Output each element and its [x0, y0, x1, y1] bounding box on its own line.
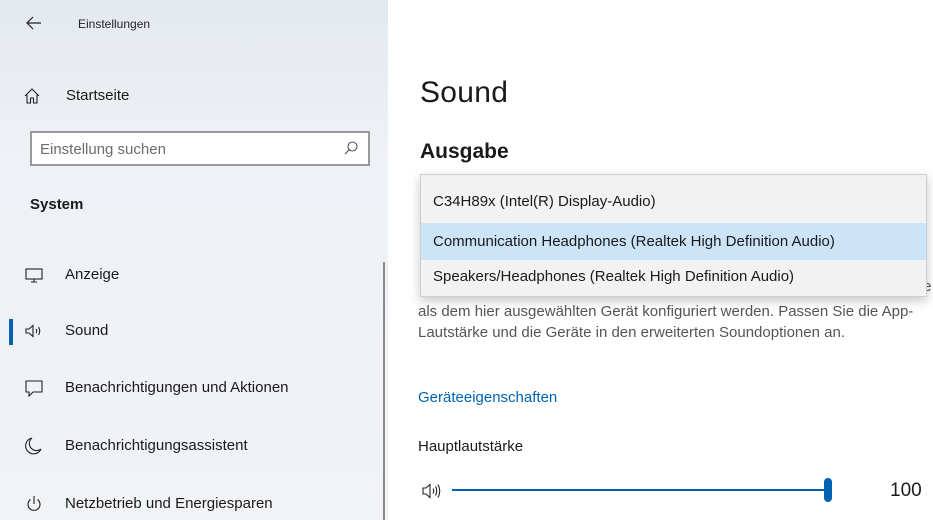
sidebar-item-label: Benachrichtigungen und Aktionen	[65, 379, 289, 396]
speaker-icon	[24, 321, 44, 341]
sidebar-item-focus-assist[interactable]: Benachrichtigungsassistent	[0, 426, 380, 466]
search-input[interactable]	[40, 139, 330, 159]
back-button[interactable]	[22, 12, 46, 34]
description-text: als dem hier ausgewählten Gerät konfigur…	[418, 303, 914, 341]
slider-thumb[interactable]	[824, 478, 832, 502]
home-icon	[22, 86, 42, 106]
notification-icon	[24, 378, 44, 398]
section-title: System	[30, 196, 84, 213]
output-device-dropdown[interactable]: C34H89x (Intel(R) Display-Audio) Communi…	[420, 174, 927, 297]
page-title: Sound	[420, 76, 509, 109]
dropdown-option[interactable]: Communication Headphones (Realtek High D…	[421, 223, 926, 260]
sidebar-scrollbar[interactable]	[383, 262, 385, 520]
power-icon	[24, 494, 44, 514]
volume-label: Hauptlautstärke	[418, 438, 524, 455]
volume-slider[interactable]	[452, 477, 832, 503]
title-bar: Einstellungen	[0, 0, 388, 46]
sidebar-item-sound[interactable]: Sound	[0, 311, 380, 351]
sidebar-item-label: Benachrichtigungsassistent	[65, 437, 248, 454]
arrow-left-icon	[26, 16, 41, 30]
sidebar-item-label: Startseite	[66, 87, 130, 104]
sidebar-item-notifications[interactable]: Benachrichtigungen und Aktionen	[0, 368, 380, 408]
section-heading: Ausgabe	[420, 140, 509, 163]
sidebar-item-power[interactable]: Netzbetrieb und Energiesparen	[0, 484, 380, 520]
sidebar-item-home[interactable]: Startseite	[0, 78, 388, 114]
window-title: Einstellungen	[78, 17, 151, 31]
sidebar: Einstellungen Startseite System Anzeige …	[0, 0, 388, 520]
moon-icon	[24, 436, 44, 456]
sidebar-item-label: Netzbetrieb und Energiesparen	[65, 495, 273, 512]
dropdown-option[interactable]: Speakers/Headphones (Realtek High Defini…	[421, 258, 926, 295]
search-box[interactable]	[30, 131, 370, 166]
sidebar-item-label: Anzeige	[65, 266, 120, 283]
active-indicator	[9, 319, 13, 345]
slider-fill	[452, 489, 828, 491]
search-icon[interactable]	[343, 140, 359, 156]
sidebar-item-anzeige[interactable]: Anzeige	[0, 255, 380, 295]
dropdown-option[interactable]: C34H89x (Intel(R) Display-Audio)	[421, 183, 926, 220]
monitor-icon	[24, 265, 44, 285]
volume-value: 100	[890, 480, 922, 501]
speaker-icon[interactable]	[421, 481, 443, 501]
sidebar-item-label: Sound	[65, 322, 109, 339]
device-properties-link[interactable]: Geräteeigenschaften	[418, 389, 557, 406]
